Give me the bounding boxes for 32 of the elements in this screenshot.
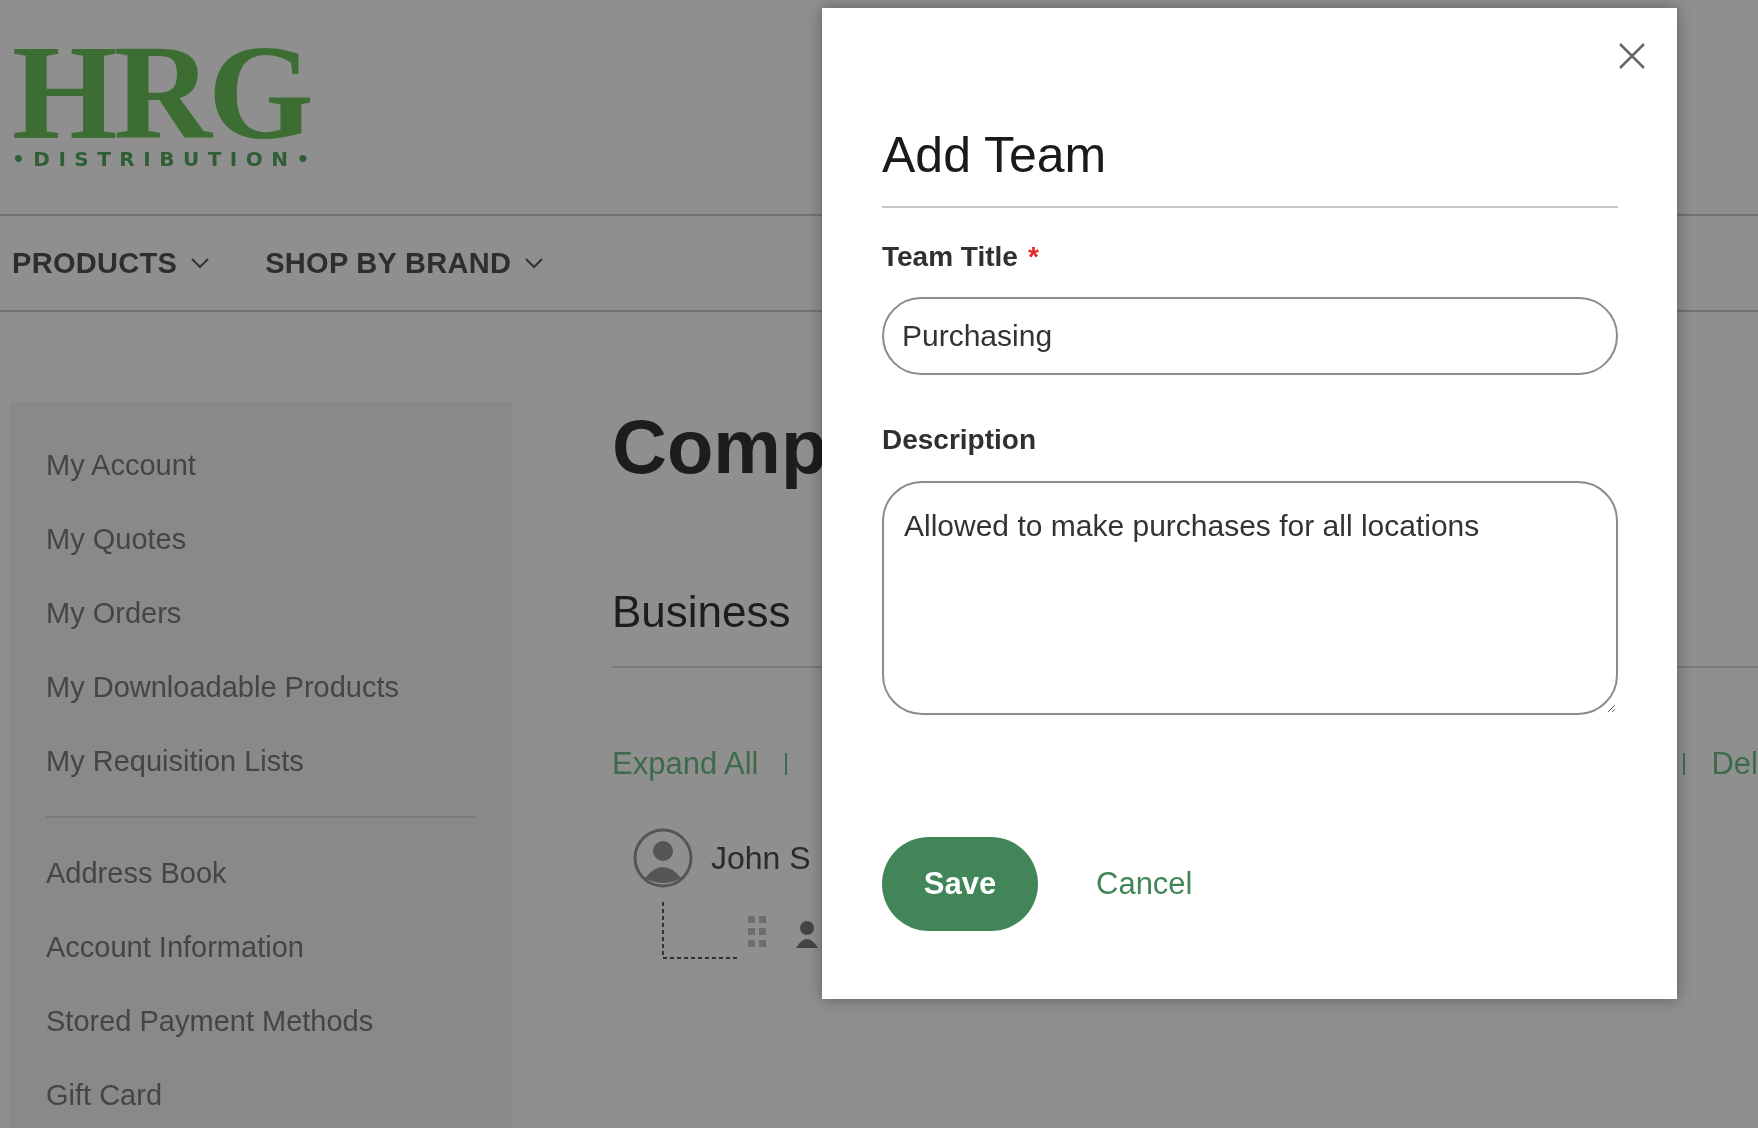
field-label: Description xyxy=(882,423,1037,457)
sidebar-link[interactable]: Stored Payment Methods xyxy=(46,984,476,1058)
modal-title: Add Team xyxy=(882,126,1108,184)
field-label: Team Title xyxy=(882,240,1018,274)
close-icon xyxy=(1618,42,1646,70)
sidebar-link[interactable]: My Account xyxy=(46,428,476,502)
logo-tagline: •DISTRIBUTION• xyxy=(12,146,318,172)
chevron-down-icon xyxy=(525,257,544,269)
required-mark: * xyxy=(1027,240,1039,274)
sidebar-link[interactable]: Address Book xyxy=(46,836,476,910)
sidebar-link[interactable]: Account Information xyxy=(46,910,476,984)
section-title: Business xyxy=(612,586,791,638)
chevron-down-icon xyxy=(191,257,210,269)
sidebar-link[interactable]: My Orders xyxy=(46,576,476,650)
page-title: Comp xyxy=(612,403,828,491)
action-link[interactable]: Del xyxy=(1711,746,1758,782)
drag-handle-icon xyxy=(748,916,766,948)
nav-menu-item[interactable]: PRODUCTS xyxy=(12,246,210,280)
sidebar-link[interactable]: My Downloadable Products xyxy=(46,650,476,724)
cancel-link[interactable]: Cancel xyxy=(1096,866,1193,902)
textarea-field[interactable]: Allowed to make purchases for all locations xyxy=(882,481,1618,715)
sidebar-link[interactable]: My Requisition Lists xyxy=(46,724,476,798)
logo-wordmark[interactable]: HRG xyxy=(12,40,318,144)
sidebar-link[interactable]: Gift Card xyxy=(46,1058,476,1128)
user-icon xyxy=(796,920,818,948)
nav-menu-item[interactable]: SHOP BY BRAND xyxy=(265,246,544,280)
action-link[interactable]: Expand All xyxy=(612,746,759,782)
sidebar-link[interactable]: My Quotes xyxy=(46,502,476,576)
tree-node-name[interactable]: John S xyxy=(711,839,811,877)
user-avatar-icon xyxy=(633,828,693,888)
save-button[interactable]: Save xyxy=(882,837,1038,931)
text-field[interactable]: Purchasing xyxy=(882,297,1618,375)
